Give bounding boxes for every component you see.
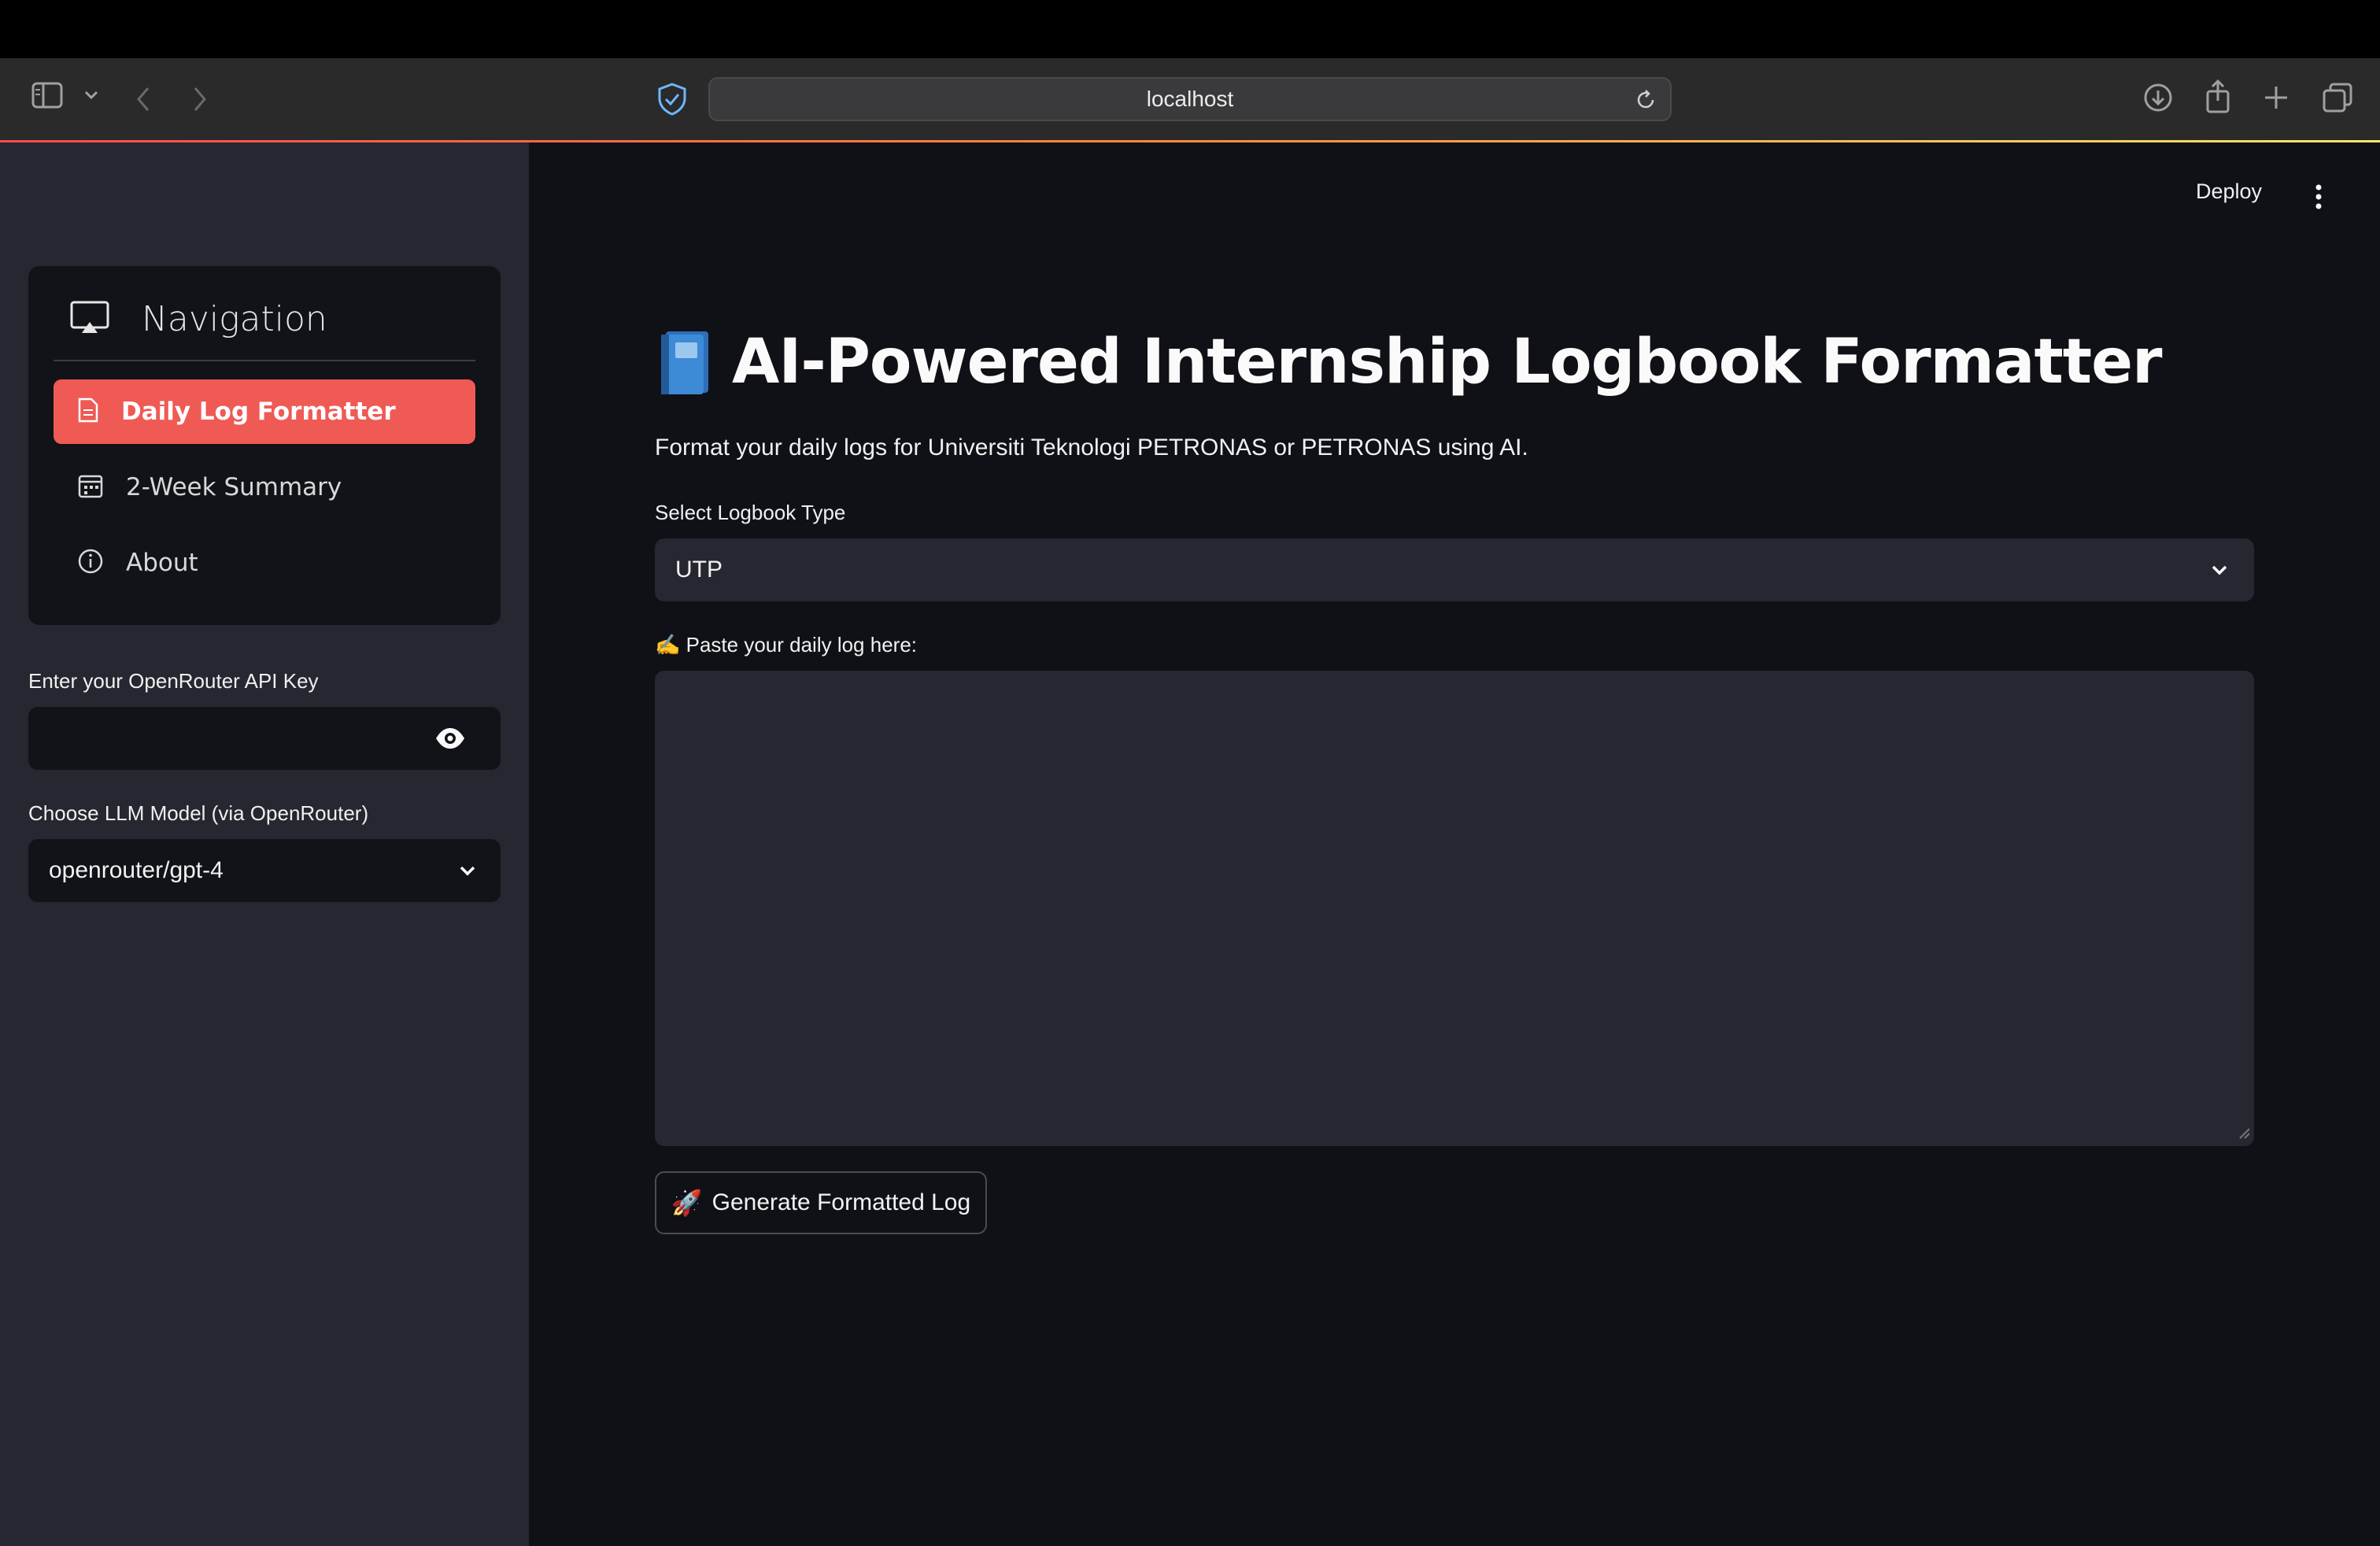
sidebar-item-daily-log-formatter[interactable]: Daily Log Formatter: [54, 379, 475, 444]
sidebar-toggle-icon[interactable]: [31, 82, 63, 109]
sidebar-item-label: Daily Log Formatter: [121, 398, 396, 426]
sidebar-item-label: About: [126, 549, 198, 577]
logbook-type-value: UTP: [675, 557, 722, 583]
deploy-button[interactable]: Deploy: [2196, 179, 2262, 204]
download-icon[interactable]: [2142, 82, 2174, 113]
chevron-down-icon: [2208, 559, 2230, 584]
address-bar[interactable]: localhost: [708, 77, 1672, 121]
chevron-down-icon[interactable]: [83, 90, 99, 101]
log-input-label-text: Paste your daily log here:: [686, 633, 917, 656]
rocket-icon: 🚀: [671, 1188, 703, 1218]
page-title-text: AI-Powered Internship Logbook Formatter: [732, 327, 2162, 398]
page-subtitle: Format your daily logs for Universiti Te…: [655, 435, 1528, 460]
cast-icon: [69, 300, 110, 338]
tab-overview-icon[interactable]: [2322, 82, 2353, 113]
logbook-type-select[interactable]: UTP: [655, 538, 2254, 601]
model-select-label: Choose LLM Model (via OpenRouter): [28, 801, 369, 825]
reload-icon[interactable]: [1634, 88, 1658, 117]
resize-handle-icon[interactable]: [2237, 1126, 2251, 1143]
model-select-value: openrouter/gpt-4: [49, 857, 224, 883]
show-password-icon[interactable]: [434, 724, 466, 756]
generate-formatted-log-button[interactable]: 🚀 Generate Formatted Log: [655, 1171, 987, 1234]
window-top-bar: [0, 0, 2380, 58]
forward-icon[interactable]: [190, 85, 209, 113]
model-select[interactable]: openrouter/gpt-4: [28, 839, 501, 902]
calendar-icon: [77, 472, 104, 502]
navigation-divider: [54, 360, 475, 361]
new-tab-icon[interactable]: [2262, 83, 2290, 112]
chevron-down-icon: [456, 860, 479, 885]
api-key-label: Enter your OpenRouter API Key: [28, 669, 319, 693]
navigation-title: Navigation: [142, 298, 327, 339]
share-icon[interactable]: [2202, 79, 2234, 113]
document-icon: [77, 397, 99, 427]
writing-hand-icon: ✍️: [655, 633, 681, 656]
sidebar-item-label: 2-Week Summary: [126, 473, 342, 501]
more-menu-icon[interactable]: [2312, 183, 2325, 214]
generate-button-label: Generate Formatted Log: [711, 1189, 971, 1215]
page-title: AI-Powered Internship Logbook Formatter: [658, 323, 2162, 401]
privacy-shield-icon[interactable]: [656, 82, 688, 117]
log-input-label: ✍️ Paste your daily log here:: [655, 633, 917, 657]
logbook-type-label: Select Logbook Type: [655, 501, 846, 524]
api-key-input[interactable]: [28, 707, 501, 770]
sidebar-item-about[interactable]: About: [54, 531, 475, 595]
sidebar-item-2-week-summary[interactable]: 2-Week Summary: [54, 455, 475, 520]
info-icon: [77, 548, 104, 578]
blue-book-icon: [658, 328, 713, 396]
back-icon[interactable]: [134, 85, 153, 113]
url-text: localhost: [1146, 87, 1234, 111]
navigation-header: Navigation: [69, 291, 463, 346]
daily-log-textarea[interactable]: [655, 671, 2254, 1146]
